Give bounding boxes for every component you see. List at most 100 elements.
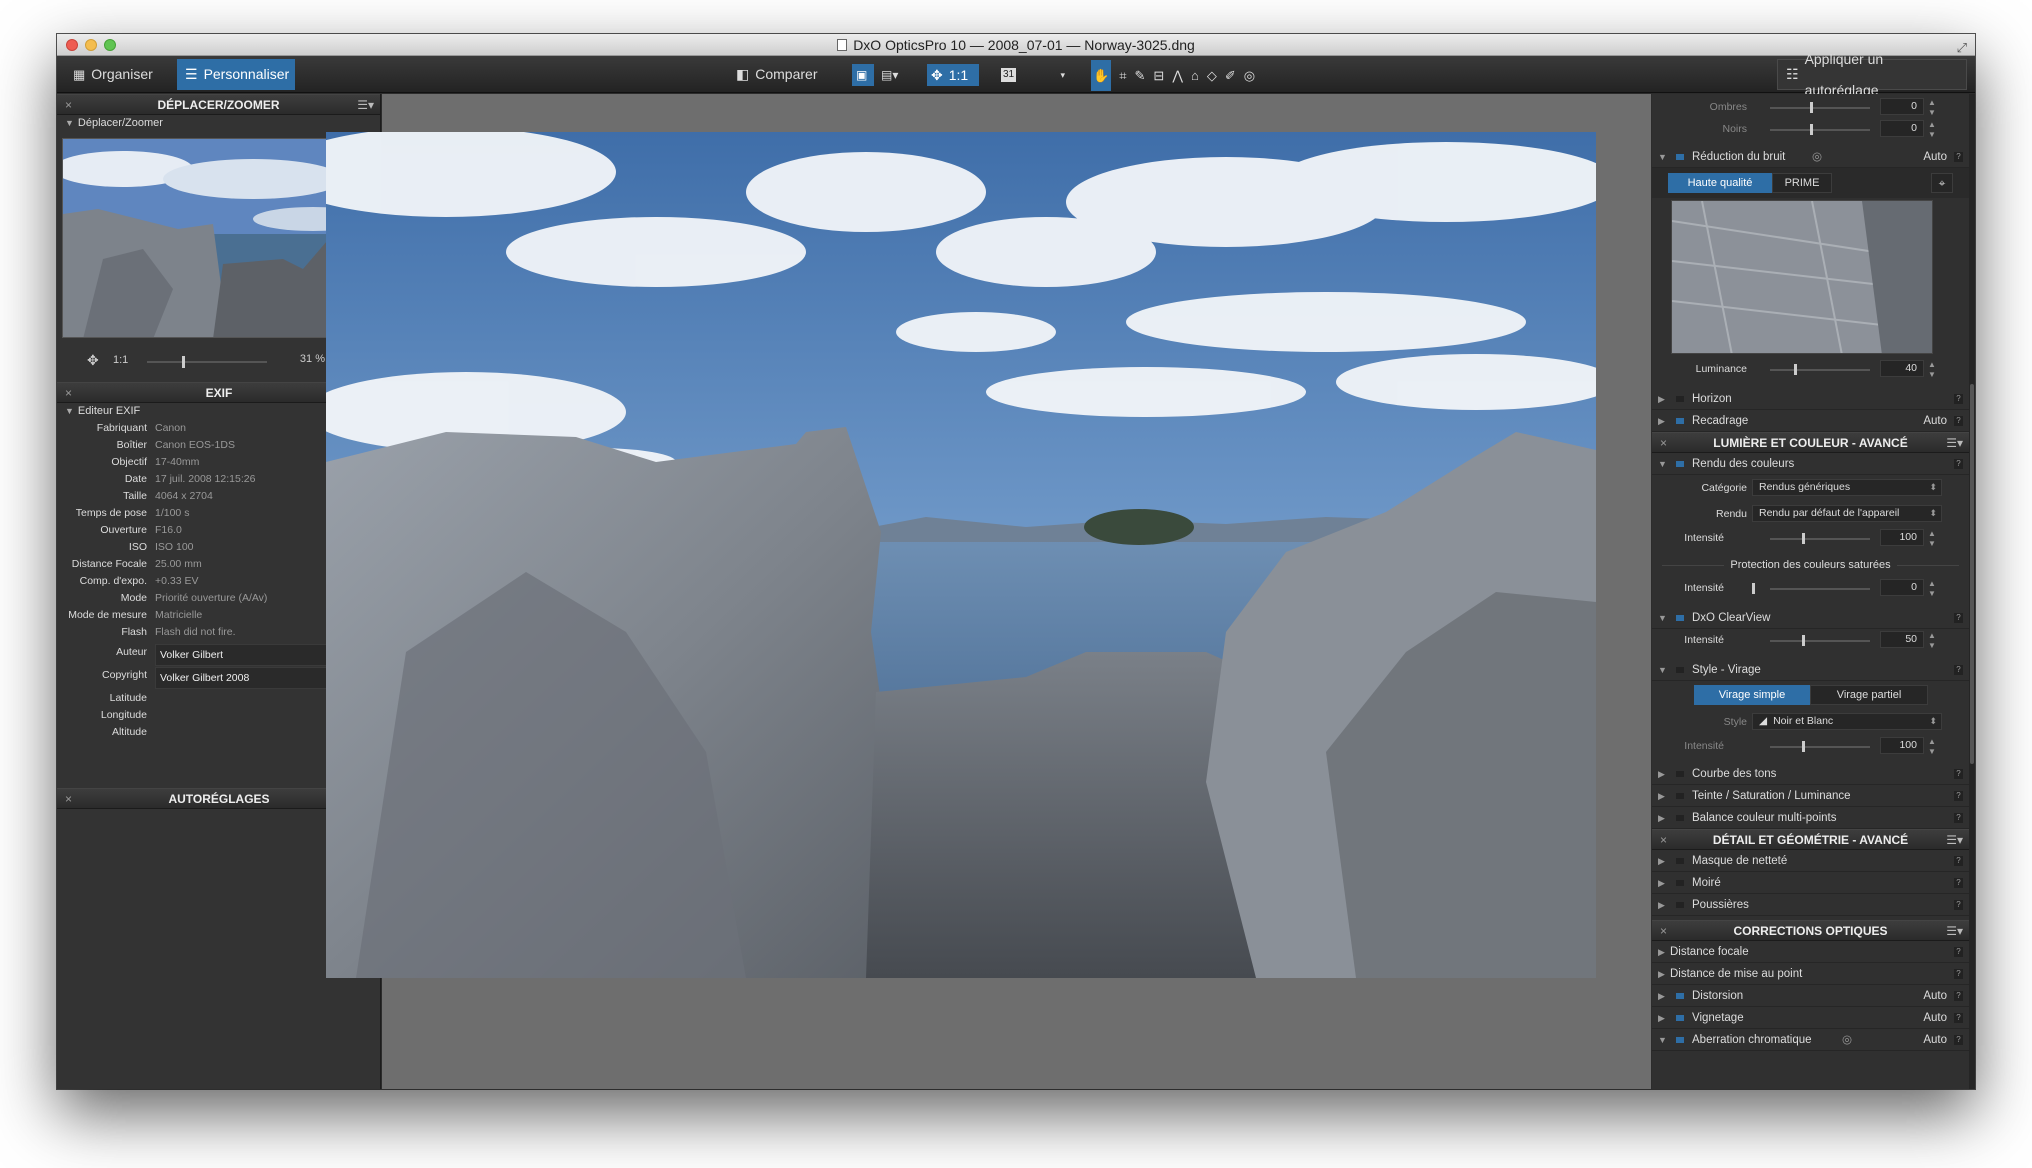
horizon-row[interactable]: ▶ Horizon? bbox=[1652, 388, 1969, 410]
disclosure-triangle-icon[interactable]: ▶ bbox=[1658, 850, 1665, 872]
close-icon[interactable]: × bbox=[1660, 433, 1667, 453]
help-icon[interactable]: ? bbox=[1954, 813, 1963, 823]
crosshair-icon[interactable]: ⌖ bbox=[1931, 173, 1953, 193]
noise-preview[interactable] bbox=[1671, 200, 1933, 354]
menu-icon[interactable]: ☰▾ bbox=[357, 95, 374, 115]
disclosure-triangle-icon[interactable]: ▶ bbox=[1658, 785, 1665, 807]
close-icon[interactable]: × bbox=[1660, 921, 1667, 941]
disclosure-triangle-icon[interactable]: ▶ bbox=[1658, 985, 1665, 1007]
eye-hidden-icon[interactable]: ◎ bbox=[1842, 1029, 1852, 1051]
perspective-icon[interactable]: ⋀ bbox=[1172, 60, 1183, 91]
stepper-icon[interactable]: ▲ ▼ bbox=[1928, 360, 1936, 380]
compare-button[interactable]: ◧ Comparer bbox=[728, 59, 825, 90]
color-rendering-row[interactable]: ▼ Rendu des couleurs? bbox=[1652, 453, 1969, 475]
disclosure-triangle-icon[interactable]: ▶ bbox=[1658, 763, 1665, 785]
disclosure-triangle-icon[interactable]: ▶ bbox=[1658, 410, 1665, 432]
high-quality-tab[interactable]: Haute qualité bbox=[1668, 173, 1772, 193]
target-icon[interactable]: ◎ bbox=[1244, 60, 1255, 91]
menu-icon[interactable]: ☰▾ bbox=[1946, 830, 1963, 850]
intensity-slider[interactable] bbox=[1770, 538, 1870, 540]
minimize-window-button[interactable] bbox=[85, 39, 97, 51]
style-dropdown[interactable]: ◢ Noir et Blanc bbox=[1752, 713, 1942, 730]
close-icon[interactable]: × bbox=[65, 95, 72, 115]
single-view-button[interactable]: ▣ bbox=[852, 64, 874, 86]
enable-checkbox[interactable] bbox=[1676, 902, 1684, 908]
enable-checkbox[interactable] bbox=[1676, 771, 1684, 777]
clearview-row[interactable]: ▼ DxO ClearView? bbox=[1652, 607, 1969, 629]
brush-icon[interactable]: ✐ bbox=[1225, 60, 1236, 91]
distortion-row[interactable]: ▶ Distorsion Auto? bbox=[1652, 985, 1969, 1007]
help-icon[interactable]: ? bbox=[1954, 856, 1963, 866]
enable-checkbox[interactable] bbox=[1676, 793, 1684, 799]
layout-dropdown[interactable]: ▤▾ bbox=[877, 64, 902, 86]
blacks-slider[interactable] bbox=[1770, 129, 1870, 131]
close-window-button[interactable] bbox=[66, 39, 78, 51]
luminance-value[interactable]: 40 bbox=[1880, 360, 1924, 377]
rendering-dropdown[interactable]: Rendu par défaut de l'appareil bbox=[1752, 505, 1942, 522]
customize-tab[interactable]: ☰ Personnaliser bbox=[177, 59, 295, 90]
dust-row[interactable]: ▶ Poussières? bbox=[1652, 894, 1969, 916]
volume-icon[interactable]: ⌂ bbox=[1191, 60, 1199, 91]
enable-checkbox[interactable] bbox=[1676, 1015, 1684, 1021]
intensity-knob[interactable] bbox=[1752, 583, 1755, 594]
intensity-slider[interactable] bbox=[1770, 588, 1870, 590]
disclosure-triangle-icon[interactable]: ▼ bbox=[1658, 659, 1667, 681]
disclosure-triangle-icon[interactable]: ▶ bbox=[1658, 894, 1665, 916]
navigator-thumbnail[interactable] bbox=[62, 138, 365, 338]
tone-curve-row[interactable]: ▶ Courbe des tons? bbox=[1652, 763, 1969, 785]
zoom-percent[interactable]: 31 % bbox=[287, 353, 325, 365]
red-eye-icon[interactable]: ◇ bbox=[1207, 60, 1217, 91]
horizon-icon[interactable]: ⊟ bbox=[1153, 60, 1164, 91]
help-icon[interactable]: ? bbox=[1954, 769, 1963, 779]
disclosure-triangle-icon[interactable]: ▶ bbox=[1658, 941, 1665, 963]
chromatic-aberration-row[interactable]: ▼ Aberration chromatique ◎ Auto? bbox=[1652, 1029, 1969, 1051]
help-icon[interactable]: ? bbox=[1954, 991, 1963, 1001]
help-icon[interactable]: ? bbox=[1954, 947, 1963, 957]
luminance-knob[interactable] bbox=[1794, 364, 1797, 375]
disclosure-triangle-icon[interactable]: ▶ bbox=[1658, 1007, 1665, 1029]
style-toning-row[interactable]: ▼ Style - Virage? bbox=[1652, 659, 1969, 681]
intensity-value[interactable]: 100 bbox=[1880, 529, 1924, 546]
help-icon[interactable]: ? bbox=[1954, 665, 1963, 675]
stepper-icon[interactable]: ▲ ▼ bbox=[1928, 737, 1936, 757]
help-icon[interactable]: ? bbox=[1954, 1035, 1963, 1045]
luminance-slider[interactable] bbox=[1770, 369, 1870, 371]
help-icon[interactable]: ? bbox=[1954, 416, 1963, 426]
light-color-header[interactable]: × LUMIÈRE ET COULEUR - AVANCÉ ☰▾ bbox=[1652, 432, 1969, 453]
scrollbar-thumb[interactable] bbox=[1970, 384, 1974, 764]
eye-hidden-icon[interactable]: ◎ bbox=[1812, 146, 1822, 168]
zoom-fit-button[interactable]: ✥ 1:1 bbox=[927, 64, 979, 86]
help-icon[interactable]: ? bbox=[1954, 394, 1963, 404]
intensity-slider[interactable] bbox=[1770, 640, 1870, 642]
zoom-ratio[interactable]: 1:1 bbox=[113, 354, 128, 366]
disclosure-triangle-icon[interactable]: ▼ bbox=[1658, 607, 1667, 629]
blacks-knob[interactable] bbox=[1810, 124, 1813, 135]
intensity-value[interactable]: 0 bbox=[1880, 579, 1924, 596]
intensity-knob[interactable] bbox=[1802, 533, 1805, 544]
vignetting-row[interactable]: ▶ Vignetage Auto? bbox=[1652, 1007, 1969, 1029]
moire-row[interactable]: ▶ Moiré? bbox=[1652, 872, 1969, 894]
intensity-knob[interactable] bbox=[1802, 635, 1805, 646]
crop-icon[interactable]: ⌗ bbox=[1119, 60, 1126, 91]
simple-toning-tab[interactable]: Virage simple bbox=[1694, 685, 1810, 705]
help-icon[interactable]: ? bbox=[1954, 791, 1963, 801]
help-icon[interactable]: ? bbox=[1954, 152, 1963, 162]
author-field[interactable]: Volker Gilbert bbox=[155, 644, 332, 666]
detail-geometry-header[interactable]: × DÉTAIL ET GÉOMÉTRIE - AVANCÉ ☰▾ bbox=[1652, 829, 1969, 850]
disclosure-triangle-icon[interactable]: ▼ bbox=[1658, 453, 1667, 475]
hand-icon[interactable]: ✋ bbox=[1091, 59, 1112, 91]
move-zoom-header[interactable]: × DÉPLACER/ZOOMER ☰▾ bbox=[57, 94, 380, 115]
shadows-knob[interactable] bbox=[1810, 102, 1813, 113]
close-icon[interactable]: × bbox=[1660, 830, 1667, 850]
menu-icon[interactable]: ☰▾ bbox=[1946, 433, 1963, 453]
intensity-value[interactable]: 100 bbox=[1880, 737, 1924, 754]
enable-checkbox[interactable] bbox=[1676, 418, 1684, 424]
zoom-slider-knob[interactable] bbox=[182, 356, 185, 368]
help-icon[interactable]: ? bbox=[1954, 900, 1963, 910]
disclosure-triangle-icon[interactable]: ▶ bbox=[1658, 963, 1665, 985]
move-zoom-subheader[interactable]: ▼ Déplacer/Zoomer bbox=[57, 115, 380, 132]
help-icon[interactable]: ? bbox=[1954, 878, 1963, 888]
disclosure-triangle-icon[interactable]: ▶ bbox=[1658, 872, 1665, 894]
eyedropper-icon[interactable]: ✎ bbox=[1135, 60, 1146, 91]
enable-checkbox[interactable] bbox=[1676, 815, 1684, 821]
